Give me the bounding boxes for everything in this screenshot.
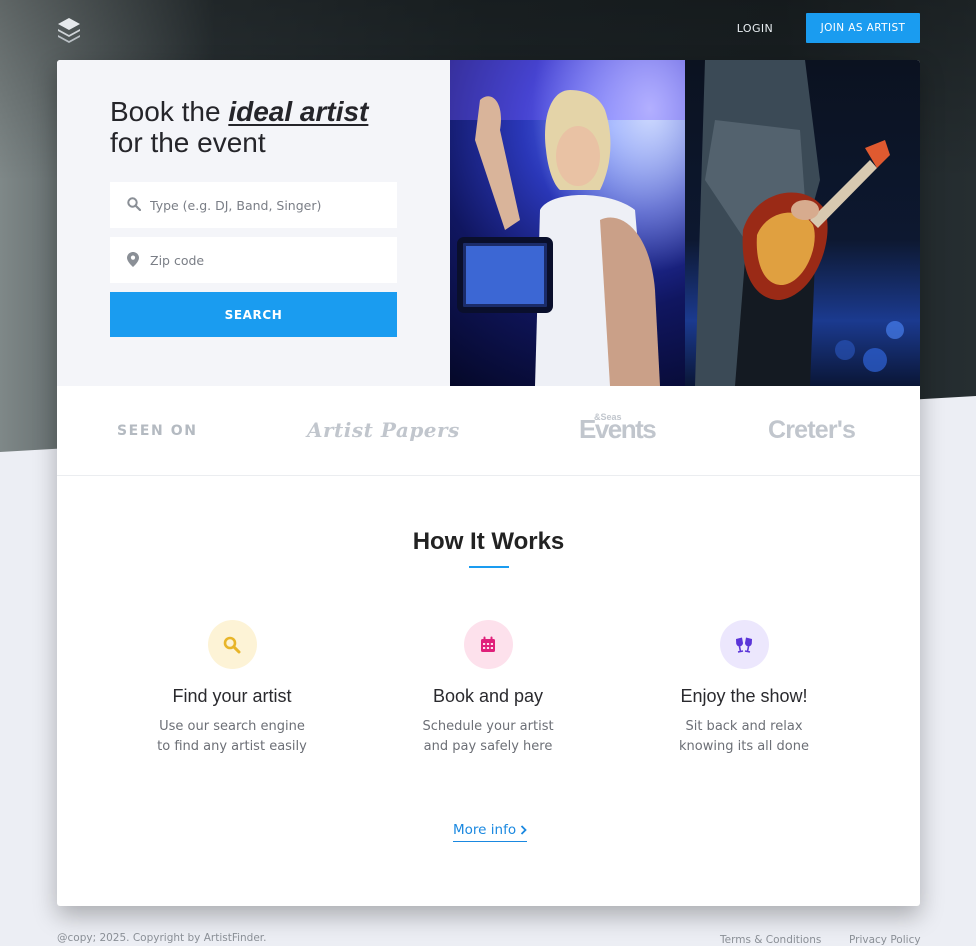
guitarist-photo	[685, 60, 920, 386]
seen-on-label: SEEN ON	[117, 423, 198, 439]
cheers-icon	[719, 620, 769, 669]
step-title: Book and pay	[432, 686, 544, 706]
press-logo-creters: Creter's	[768, 416, 856, 444]
step-find-artist: Find your artist Use our search engine t…	[107, 620, 357, 757]
search-icon	[207, 620, 257, 669]
seen-on-strip: SEEN ON Artist Papers &Seas Events Crete…	[57, 386, 920, 476]
privacy-link[interactable]: Privacy Policy	[849, 934, 921, 946]
more-info-label: More info	[453, 821, 517, 838]
map-pin-icon	[127, 252, 139, 267]
hero-search-panel: Book the ideal artist for the event SEAR…	[57, 60, 450, 386]
how-it-works-title: How It Works	[412, 528, 565, 555]
search-icon	[127, 197, 141, 211]
hero-title: Book the ideal artist for the event	[110, 96, 440, 158]
singer-photo	[450, 60, 685, 386]
step-description: Use our search engine to find any artist…	[107, 717, 357, 757]
main-card: Book the ideal artist for the event SEAR…	[57, 60, 920, 906]
hero-title-suffix: for the event	[110, 127, 266, 158]
chevron-right-icon	[520, 824, 527, 835]
footer-copyright: @copy; 2025. Copyright by ArtistFinder.	[57, 932, 267, 944]
calendar-icon	[463, 620, 513, 669]
search-button[interactable]: SEARCH	[110, 292, 397, 337]
step-description: Sit back and relax knowing its all done	[619, 717, 869, 757]
step-title: Enjoy the show!	[680, 686, 808, 706]
zip-code-input[interactable]	[150, 237, 385, 283]
step-description-line: and pay safely here	[423, 739, 553, 754]
hero-title-prefix: Book the	[110, 96, 229, 127]
step-title: Find your artist	[172, 686, 292, 706]
step-book-and-pay: Book and pay Schedule your artist and pa…	[363, 620, 613, 757]
title-underline	[469, 566, 509, 568]
join-as-artist-button[interactable]: JOIN AS ARTIST	[806, 13, 920, 43]
step-description: Schedule your artist and pay safely here	[363, 717, 613, 757]
terms-link[interactable]: Terms & Conditions	[720, 934, 821, 946]
artist-type-input[interactable]	[150, 182, 385, 228]
step-enjoy-show: Enjoy the show! Sit back and relax knowi…	[619, 620, 869, 757]
login-link[interactable]: LOGIN	[722, 14, 788, 42]
more-info-link[interactable]: More info	[453, 818, 528, 842]
step-description-line: to find any artist easily	[157, 739, 307, 754]
step-description-line: Sit back and relax	[685, 719, 803, 734]
step-description-line: Use our search engine	[159, 719, 305, 734]
press-logo-artist-papers: Artist Papers	[307, 418, 460, 442]
press-logo-events: Events	[579, 414, 657, 444]
step-description-line: Schedule your artist	[422, 719, 554, 734]
zip-code-field[interactable]	[110, 237, 397, 283]
artist-type-field[interactable]	[110, 182, 397, 228]
step-description-line: knowing its all done	[679, 739, 809, 754]
hero-title-emphasis: ideal artist	[228, 96, 369, 127]
logo-layers-icon[interactable]	[56, 16, 82, 44]
